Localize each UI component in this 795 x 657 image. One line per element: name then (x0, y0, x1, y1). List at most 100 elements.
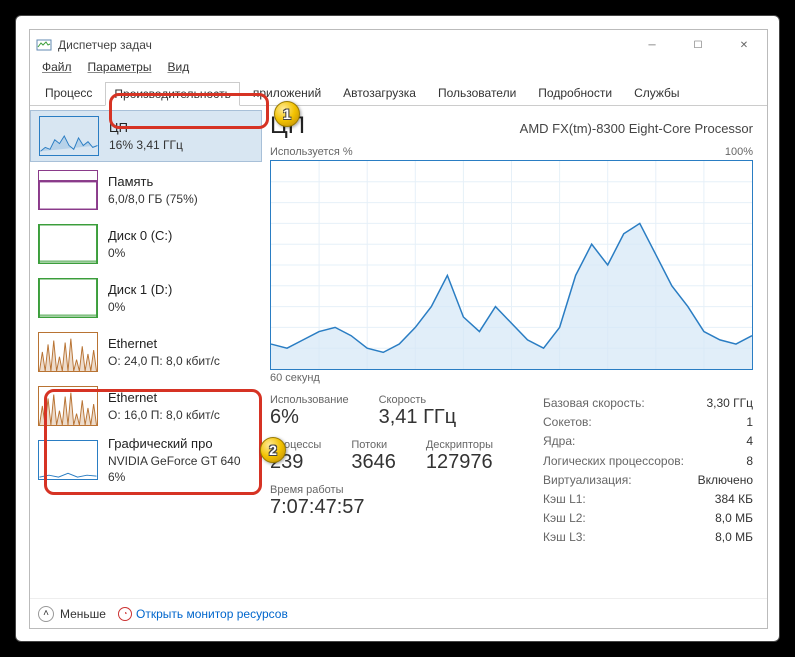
footer: ˄ Меньше ◔ Открыть монитор ресурсов (30, 598, 767, 628)
sidebar-item-text: Память6,0/8,0 ГБ (75%) (108, 173, 198, 207)
info-row: Ядра: 4 (543, 432, 753, 451)
app-icon (36, 37, 52, 53)
info-value: 8 (746, 452, 753, 471)
minimize-button[interactable]: ─ (629, 30, 675, 60)
sidebar-item-4[interactable]: EthernetО: 24,0 П: 8,0 кбит/с (30, 326, 262, 378)
fewer-details-button[interactable]: ˄ Меньше (38, 606, 106, 622)
handles-value: 127976 (426, 451, 493, 474)
threads-label: Потоки (351, 439, 396, 451)
close-button[interactable]: ✕ (721, 30, 767, 60)
info-row: Виртуализация: Включено (543, 471, 753, 490)
sidebar-item-label: Диск 1 (D:) (108, 281, 172, 299)
sidebar-item-2[interactable]: Диск 0 (C:)0% (30, 218, 262, 270)
info-row: Базовая скорость: 3,30 ГГц (543, 394, 753, 413)
info-key: Кэш L3: (543, 528, 586, 547)
info-value: 8,0 МБ (715, 528, 753, 547)
info-value: 1 (746, 413, 753, 432)
chevron-up-icon: ˄ (38, 606, 54, 622)
tabstrip: Процесс Производительность приложений Ав… (30, 80, 767, 106)
sidebar-item-sub: NVIDIA GeForce GT 640 6% (108, 453, 241, 485)
handles-label: Дескрипторы (426, 439, 493, 451)
main-panel: ЦП AMD FX(tm)-8300 Eight-Core Processor … (262, 106, 767, 598)
sidebar-item-text: EthernetО: 24,0 П: 8,0 кбит/с (108, 335, 220, 369)
info-row: Логических процессоров: 8 (543, 452, 753, 471)
callout-badge-1: 1 (274, 101, 300, 127)
info-key: Ядра: (543, 432, 575, 451)
info-key: Виртуализация: (543, 471, 632, 490)
sidebar-item-sub: 16% 3,41 ГГц (109, 137, 183, 153)
resource-monitor-icon: ◔ (118, 607, 132, 621)
info-value: 8,0 МБ (715, 509, 753, 528)
menu-file[interactable]: Файл (36, 60, 78, 80)
sidebar-item-label: Диск 0 (C:) (108, 227, 172, 245)
open-resource-monitor-link[interactable]: ◔ Открыть монитор ресурсов (118, 607, 288, 621)
sidebar-item-sub: О: 16,0 П: 8,0 кбит/с (108, 407, 220, 423)
info-key: Базовая скорость: (543, 394, 645, 413)
graph-y-label: Используется % (270, 146, 353, 158)
tab-services[interactable]: Службы (625, 81, 688, 105)
window: Диспетчер задач ─ ☐ ✕ Файл Параметры Вид… (29, 29, 768, 629)
sidebar: ЦП16% 3,41 ГГц Память6,0/8,0 ГБ (75%) Диск… (30, 106, 262, 598)
graph-y-max: 100% (725, 146, 753, 158)
sidebar-item-text: Диск 1 (D:)0% (108, 281, 172, 315)
titlebar: Диспетчер задач ─ ☐ ✕ (30, 30, 767, 60)
processor-name: AMD FX(tm)-8300 Eight-Core Processor (520, 121, 753, 136)
info-key: Логических процессоров: (543, 452, 684, 471)
info-key: Сокетов: (543, 413, 592, 432)
sidebar-item-sub: 0% (108, 299, 172, 315)
info-key: Кэш L1: (543, 490, 586, 509)
usage-value: 6% (270, 406, 349, 429)
info-value: 3,30 ГГц (706, 394, 753, 413)
sidebar-item-sub: 0% (108, 245, 172, 261)
window-title: Диспетчер задач (58, 38, 152, 52)
tab-users[interactable]: Пользователи (429, 81, 525, 105)
cpu-usage-graph[interactable] (270, 160, 753, 370)
resmon-label: Открыть монитор ресурсов (136, 607, 288, 621)
menubar: Файл Параметры Вид (30, 60, 767, 80)
disk-thumb-icon (38, 224, 98, 264)
sidebar-item-label: Память (108, 173, 198, 191)
sidebar-item-sub: 6,0/8,0 ГБ (75%) (108, 191, 198, 207)
speed-value: 3,41 ГГц (379, 406, 457, 429)
info-row: Сокетов: 1 (543, 413, 753, 432)
system-info: Базовая скорость: 3,30 ГГц Сокетов: 1 Ядра: 4… (543, 394, 753, 548)
sidebar-item-text: Диск 0 (C:)0% (108, 227, 172, 261)
net-thumb-icon (38, 386, 98, 426)
threads-value: 3646 (351, 451, 396, 474)
info-value: 4 (746, 432, 753, 451)
sidebar-item-6[interactable]: Графический проNVIDIA GeForce GT 640 6% (30, 434, 262, 486)
maximize-button[interactable]: ☐ (675, 30, 721, 60)
disk-thumb-icon (38, 278, 98, 318)
usage-label: Использование (270, 394, 349, 406)
tab-startup[interactable]: Автозагрузка (334, 81, 425, 105)
info-row: Кэш L3: 8,0 МБ (543, 528, 753, 547)
speed-label: Скорость (379, 394, 457, 406)
sidebar-item-label: Ethernet (108, 389, 220, 407)
net-thumb-icon (38, 332, 98, 372)
tab-processes[interactable]: Процесс (36, 81, 101, 105)
info-key: Кэш L2: (543, 509, 586, 528)
info-row: Кэш L1: 384 КБ (543, 490, 753, 509)
uptime-value: 7:07:47:57 (270, 496, 523, 519)
info-value: 384 КБ (715, 490, 753, 509)
mem-thumb-icon (38, 170, 98, 210)
uptime-label: Время работы (270, 484, 523, 496)
tab-performance[interactable]: Производительность (105, 82, 239, 106)
sidebar-item-label: Ethernet (108, 335, 220, 353)
tab-details[interactable]: Подробности (529, 81, 621, 105)
sidebar-item-label: Графический про (108, 435, 241, 453)
fewer-label: Меньше (60, 607, 106, 621)
sidebar-item-5[interactable]: EthernetО: 16,0 П: 8,0 кбит/с (30, 380, 262, 432)
callout-badge-2: 2 (260, 437, 286, 463)
gpu-thumb-icon (38, 440, 98, 480)
sidebar-item-1[interactable]: Память6,0/8,0 ГБ (75%) (30, 164, 262, 216)
menu-view[interactable]: Вид (161, 60, 195, 80)
graph-x-label: 60 секунд (270, 372, 753, 384)
menu-options[interactable]: Параметры (82, 60, 158, 80)
info-row: Кэш L2: 8,0 МБ (543, 509, 753, 528)
sidebar-item-text: Графический проNVIDIA GeForce GT 640 6% (108, 435, 241, 485)
info-value: Включено (698, 471, 753, 490)
sidebar-item-sub: О: 24,0 П: 8,0 кбит/с (108, 353, 220, 369)
sidebar-item-0[interactable]: ЦП16% 3,41 ГГц (30, 110, 262, 162)
sidebar-item-3[interactable]: Диск 1 (D:)0% (30, 272, 262, 324)
